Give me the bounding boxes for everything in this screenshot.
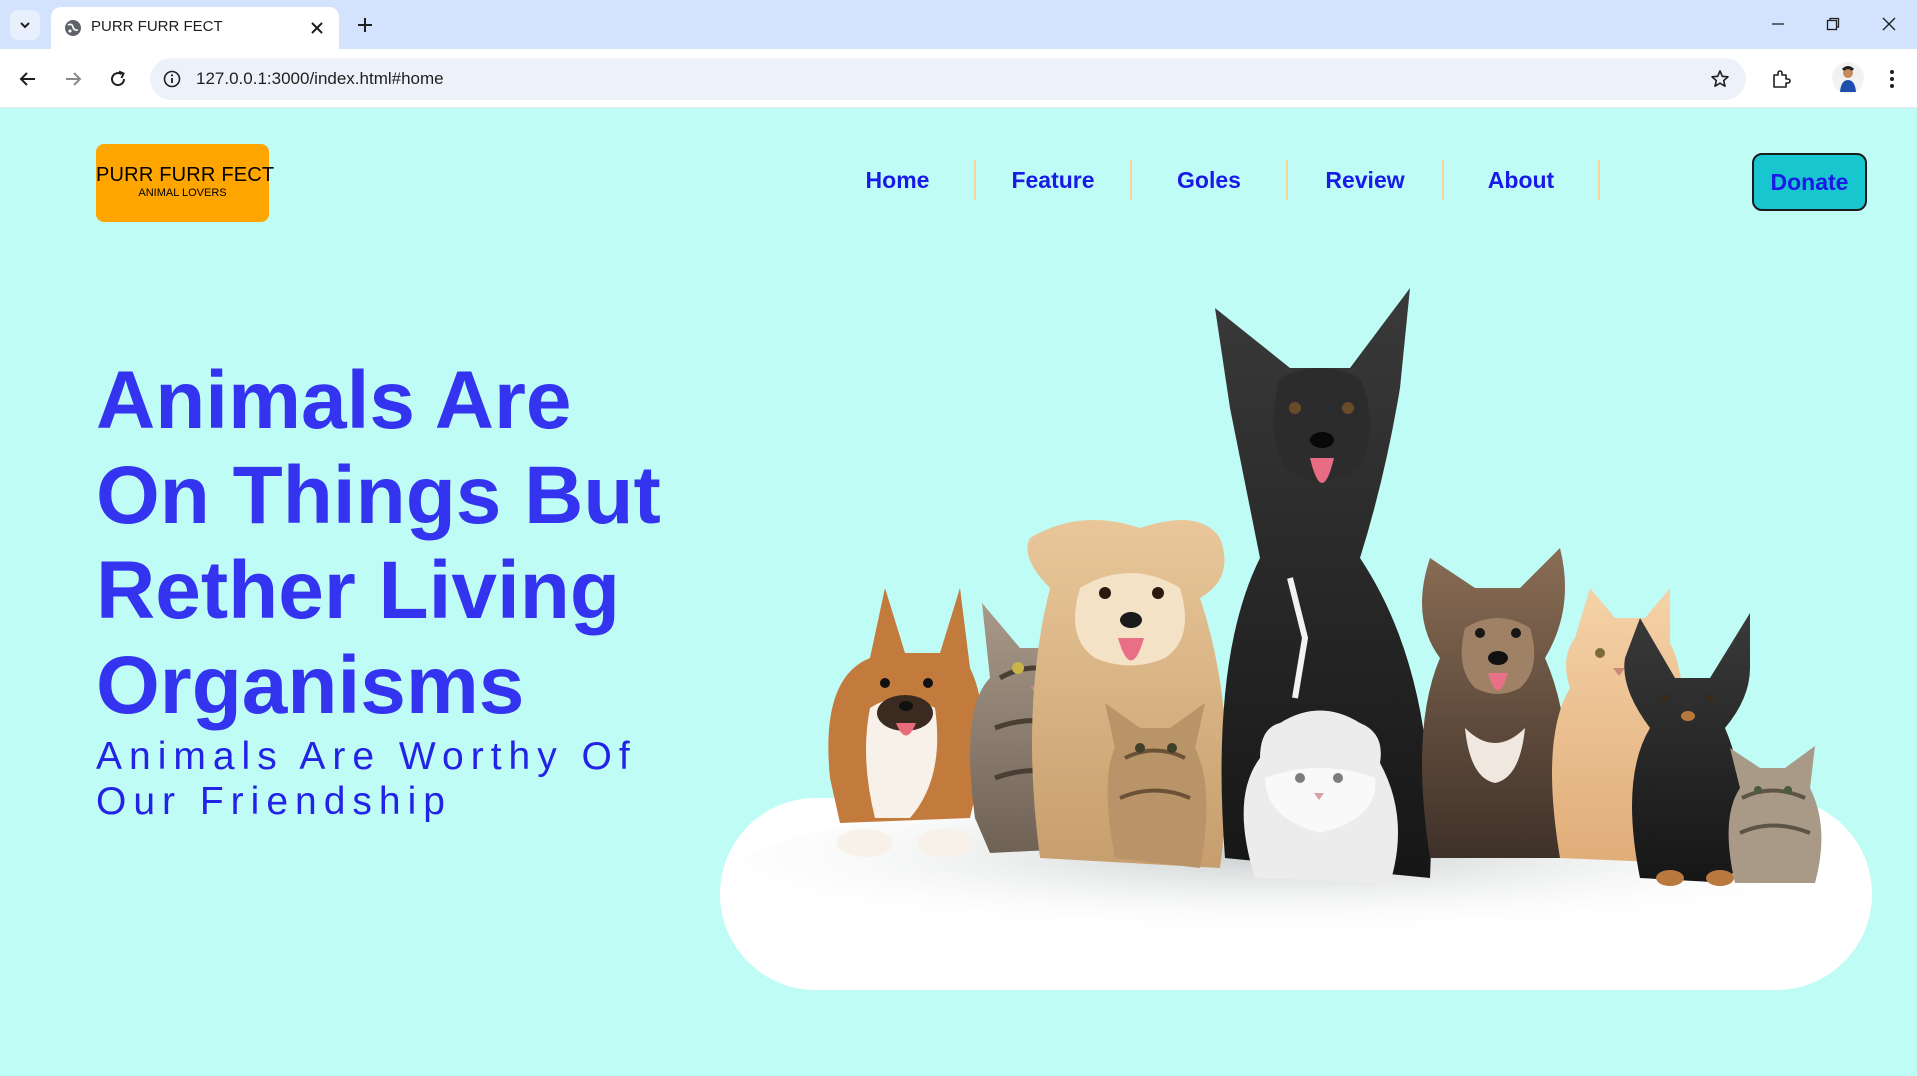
- forward-button[interactable]: [57, 63, 89, 95]
- nav-item-review[interactable]: Review: [1288, 160, 1444, 200]
- tab-search-button[interactable]: [10, 10, 40, 40]
- close-tab-icon[interactable]: [307, 18, 327, 38]
- info-icon[interactable]: [160, 67, 184, 91]
- extensions-button[interactable]: [1765, 63, 1797, 95]
- bookmark-star-icon[interactable]: [1708, 67, 1732, 91]
- nav-item-feature[interactable]: Feature: [976, 160, 1132, 200]
- hero-headline-line: Organisms: [96, 640, 525, 731]
- hero-tagline-line: Animals Are Worthy Of: [96, 735, 637, 778]
- close-icon: [1882, 17, 1896, 31]
- hero-headline-line: Animals Are: [96, 355, 572, 446]
- hero-animals-image: [720, 288, 1872, 990]
- nav-item-home[interactable]: Home: [820, 160, 976, 200]
- reload-button[interactable]: [102, 63, 134, 95]
- browser-tab-strip: PURR FURR FECT: [0, 0, 1917, 49]
- avatar-icon: [1840, 66, 1856, 92]
- puzzle-icon: [1773, 70, 1791, 88]
- url-text[interactable]: 127.0.0.1:3000/index.html#home: [196, 69, 444, 89]
- plus-icon: [358, 18, 372, 32]
- tab-title: PURR FURR FECT: [91, 18, 223, 35]
- globe-icon: [64, 19, 82, 37]
- browser-tab[interactable]: PURR FURR FECT: [51, 7, 339, 49]
- tabby-kitten-right: [1728, 746, 1822, 883]
- corgi-puppy: [828, 588, 983, 857]
- white-persian-cat: [1243, 710, 1398, 883]
- page-viewport: PURR FURR FECT ANIMAL LOVERS Home Featur…: [0, 108, 1917, 1076]
- arrow-left-icon: [19, 72, 35, 86]
- site-logo[interactable]: PURR FURR FECT ANIMAL LOVERS: [96, 144, 275, 222]
- minimize-icon: [1772, 23, 1784, 25]
- nav-item-about[interactable]: About: [1444, 160, 1600, 200]
- hero-headline-line: Rether Living: [96, 545, 620, 636]
- browser-menu-button[interactable]: [1876, 63, 1908, 95]
- logo-title: PURR FURR FECT: [96, 164, 275, 186]
- main-nav: Home Feature Goles Review About: [820, 160, 1600, 200]
- profile-avatar[interactable]: [1832, 62, 1864, 94]
- nav-item-goles[interactable]: Goles: [1132, 160, 1288, 200]
- arrow-right-icon: [66, 72, 82, 86]
- new-tab-button[interactable]: [350, 10, 380, 40]
- close-window-button[interactable]: [1867, 7, 1911, 41]
- hero-tagline-line: Our Friendship: [96, 780, 452, 823]
- more-vertical-icon: [1890, 70, 1894, 88]
- browser-toolbar: 127.0.0.1:3000/index.html#home: [0, 49, 1917, 108]
- logo-subtitle: ANIMAL LOVERS: [138, 187, 227, 199]
- address-bar[interactable]: 127.0.0.1:3000/index.html#home: [150, 58, 1746, 100]
- hero-headline-line: On Things But: [96, 450, 661, 541]
- back-button[interactable]: [12, 63, 44, 95]
- reload-icon: [111, 70, 126, 87]
- donate-button[interactable]: Donate: [1752, 153, 1867, 211]
- shepherd-puppy: [1422, 548, 1568, 858]
- hero-headline: Animals Are On Things But Rether Living …: [96, 353, 736, 733]
- chevron-down-icon: [20, 22, 30, 29]
- hero-tagline: Animals Are Worthy Of Our Friendship: [96, 734, 716, 824]
- minimize-window-button[interactable]: [1756, 7, 1800, 41]
- restore-icon: [1826, 17, 1840, 31]
- restore-window-button[interactable]: [1811, 7, 1855, 41]
